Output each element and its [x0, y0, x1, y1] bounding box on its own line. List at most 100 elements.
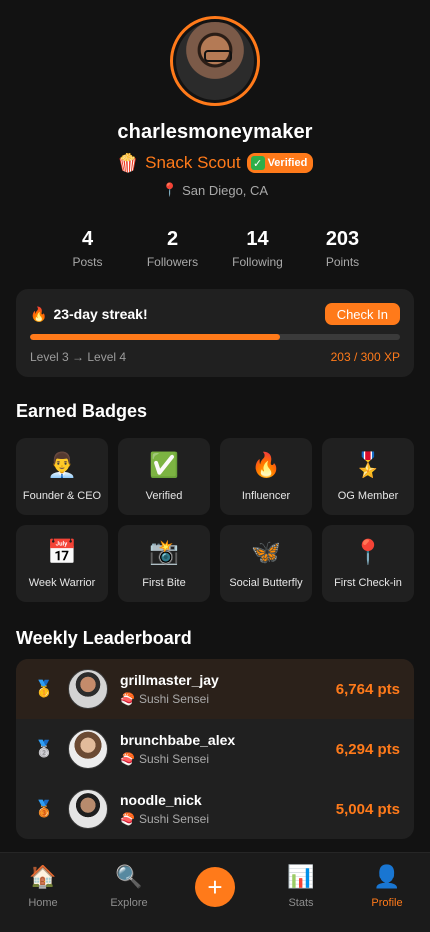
badge-label: Verified: [145, 490, 183, 502]
medal-icon: 🎖️: [353, 452, 383, 479]
leaderboard-rank: 🍣 Sushi Sensei: [120, 752, 336, 766]
badge-first-check-in[interactable]: 📍 First Check-in: [322, 525, 414, 602]
nav-home[interactable]: 🏠 Home: [8, 863, 78, 909]
badge-label: OG Member: [337, 490, 399, 502]
badge-label: Week Warrior: [28, 577, 96, 589]
leaderboard-points: 5,004 pts: [335, 800, 400, 818]
streak-card: 🔥 23-day streak! Check In Level 3 → Leve…: [16, 289, 414, 377]
leaderboard-row[interactable]: 🥉 noodle_nick 🍣 Sushi Sensei 5,004 pts: [16, 779, 414, 839]
badges-title: Earned Badges: [16, 401, 148, 421]
username: charlesmoneymaker: [117, 121, 313, 143]
nav-stats[interactable]: 📊 Stats: [266, 863, 336, 909]
popcorn-icon: 🍿: [116, 152, 140, 173]
xp-progress-fill: [30, 334, 281, 340]
nav-explore[interactable]: 🔍 Explore: [94, 863, 164, 909]
streak-title: 🔥 23-day streak!: [30, 306, 148, 323]
gold-medal-icon: 🥇: [34, 681, 54, 698]
profile-avatar[interactable]: [170, 16, 260, 106]
map-pin-icon: 📍: [353, 539, 383, 566]
location-text: San Diego, CA: [182, 182, 269, 198]
rank-title: Sushi Sensei: [138, 752, 209, 766]
stat-label: Followers: [146, 255, 199, 269]
leaderboard-row[interactable]: 🥇 grillmaster_jay 🍣 Sushi Sensei 6,764 p…: [16, 659, 414, 719]
badge-og-member[interactable]: 🎖️ OG Member: [322, 438, 414, 515]
leaderboard-title: Weekly Leaderboard: [16, 628, 192, 648]
stat-following[interactable]: 14 Following: [215, 228, 300, 269]
stat-followers[interactable]: 2 Followers: [130, 228, 215, 269]
nav-label: Profile: [371, 897, 403, 909]
verified-label: Verified: [267, 157, 308, 169]
bottom-nav: 🏠 Home 🔍 Explore + 📊 Stats 👤 Profile: [0, 852, 430, 932]
sushi-icon: 🍣: [120, 752, 135, 766]
butterfly-icon: 🦋: [251, 539, 281, 566]
leaderboard-points: 6,294 pts: [335, 740, 400, 758]
check-in-button[interactable]: Check In: [324, 303, 400, 325]
businessman-icon: 👨‍💼: [47, 452, 77, 479]
verified-badge: ✓ Verified: [246, 153, 314, 173]
badges-grid: 👨‍💼 Founder & CEO ✅ Verified 🔥 Influence…: [16, 438, 414, 602]
rank-title: Sushi Sensei: [138, 812, 209, 826]
streak-text: 23-day streak!: [53, 306, 148, 322]
leaderboard-row[interactable]: 🥈 brunchbabe_alex 🍣 Sushi Sensei 6,294 p…: [16, 719, 414, 779]
stat-points[interactable]: 203 Points: [300, 228, 385, 269]
nav-label: Home: [28, 897, 58, 909]
stat-value: 203: [325, 228, 360, 250]
home-icon: 🏠: [29, 864, 57, 889]
check-mark-icon: ✅: [149, 452, 179, 479]
stat-value: 4: [81, 228, 94, 250]
rank-title: Snack Scout: [145, 153, 241, 172]
nav-label: Stats: [288, 897, 314, 909]
calendar-icon: 📅: [47, 539, 77, 566]
badge-founder-ceo[interactable]: 👨‍💼 Founder & CEO: [16, 438, 108, 515]
badge-label: Founder & CEO: [22, 490, 102, 502]
nav-add[interactable]: +: [180, 863, 250, 907]
leaderboard-username: grillmaster_jay: [120, 672, 219, 688]
stats-row: 4 Posts 2 Followers 14 Following 203 Poi…: [0, 228, 430, 269]
leaderboard-rank: 🍣 Sushi Sensei: [120, 812, 336, 826]
xp-text: 203 / 300 XP: [330, 350, 400, 364]
stat-label: Points: [325, 255, 360, 269]
badge-influencer[interactable]: 🔥 Influencer: [220, 438, 312, 515]
stat-posts[interactable]: 4 Posts: [45, 228, 130, 269]
avatar: [68, 729, 108, 769]
silver-medal-icon: 🥈: [34, 741, 54, 758]
badge-first-bite[interactable]: 📸 First Bite: [118, 525, 210, 602]
avatar: [68, 789, 108, 829]
badge-verified[interactable]: ✅ Verified: [118, 438, 210, 515]
leaderboard-rank: 🍣 Sushi Sensei: [120, 692, 336, 706]
level-text: Level 3 → Level 4: [30, 350, 127, 364]
location: 📍 San Diego, CA: [162, 182, 268, 198]
fire-icon: 🔥: [30, 305, 48, 322]
leaderboard-username: brunchbabe_alex: [120, 732, 236, 748]
avatar: [68, 669, 108, 709]
rank-title: Sushi Sensei: [138, 692, 209, 706]
leaderboard-list: 🥇 grillmaster_jay 🍣 Sushi Sensei 6,764 p…: [16, 659, 414, 839]
nav-profile[interactable]: 👤 Profile: [352, 863, 422, 909]
checkmark-icon: ✓: [250, 156, 265, 170]
leaderboard-username: noodle_nick: [120, 792, 202, 808]
stat-label: Following: [232, 255, 283, 269]
leaderboard-points: 6,764 pts: [335, 680, 400, 698]
stat-value: 2: [166, 228, 179, 250]
badge-label: Influencer: [241, 490, 291, 502]
fire-icon: 🔥: [251, 452, 281, 479]
stat-label: Posts: [72, 255, 103, 269]
sushi-icon: 🍣: [120, 812, 135, 826]
bronze-medal-icon: 🥉: [34, 801, 54, 818]
xp-progress-bar: [30, 334, 400, 340]
badge-label: First Check-in: [334, 577, 402, 589]
camera-icon: 📸: [149, 539, 179, 566]
sushi-icon: 🍣: [120, 692, 135, 706]
profile-header: charlesmoneymaker 🍿 Snack Scout ✓ Verifi…: [0, 0, 430, 198]
stat-value: 14: [246, 228, 269, 250]
location-pin-icon: 📍: [161, 182, 179, 197]
rank-row: 🍿 Snack Scout ✓ Verified: [117, 152, 314, 174]
badge-week-warrior[interactable]: 📅 Week Warrior: [16, 525, 108, 602]
search-icon: 🔍: [115, 864, 143, 889]
badge-social-butterfly[interactable]: 🦋 Social Butterfly: [220, 525, 312, 602]
bar-chart-icon: 📊: [287, 864, 315, 889]
avatar-photo: [176, 22, 254, 100]
user-icon: 👤: [373, 864, 401, 889]
plus-icon: +: [195, 867, 235, 907]
nav-label: Explore: [110, 897, 148, 909]
